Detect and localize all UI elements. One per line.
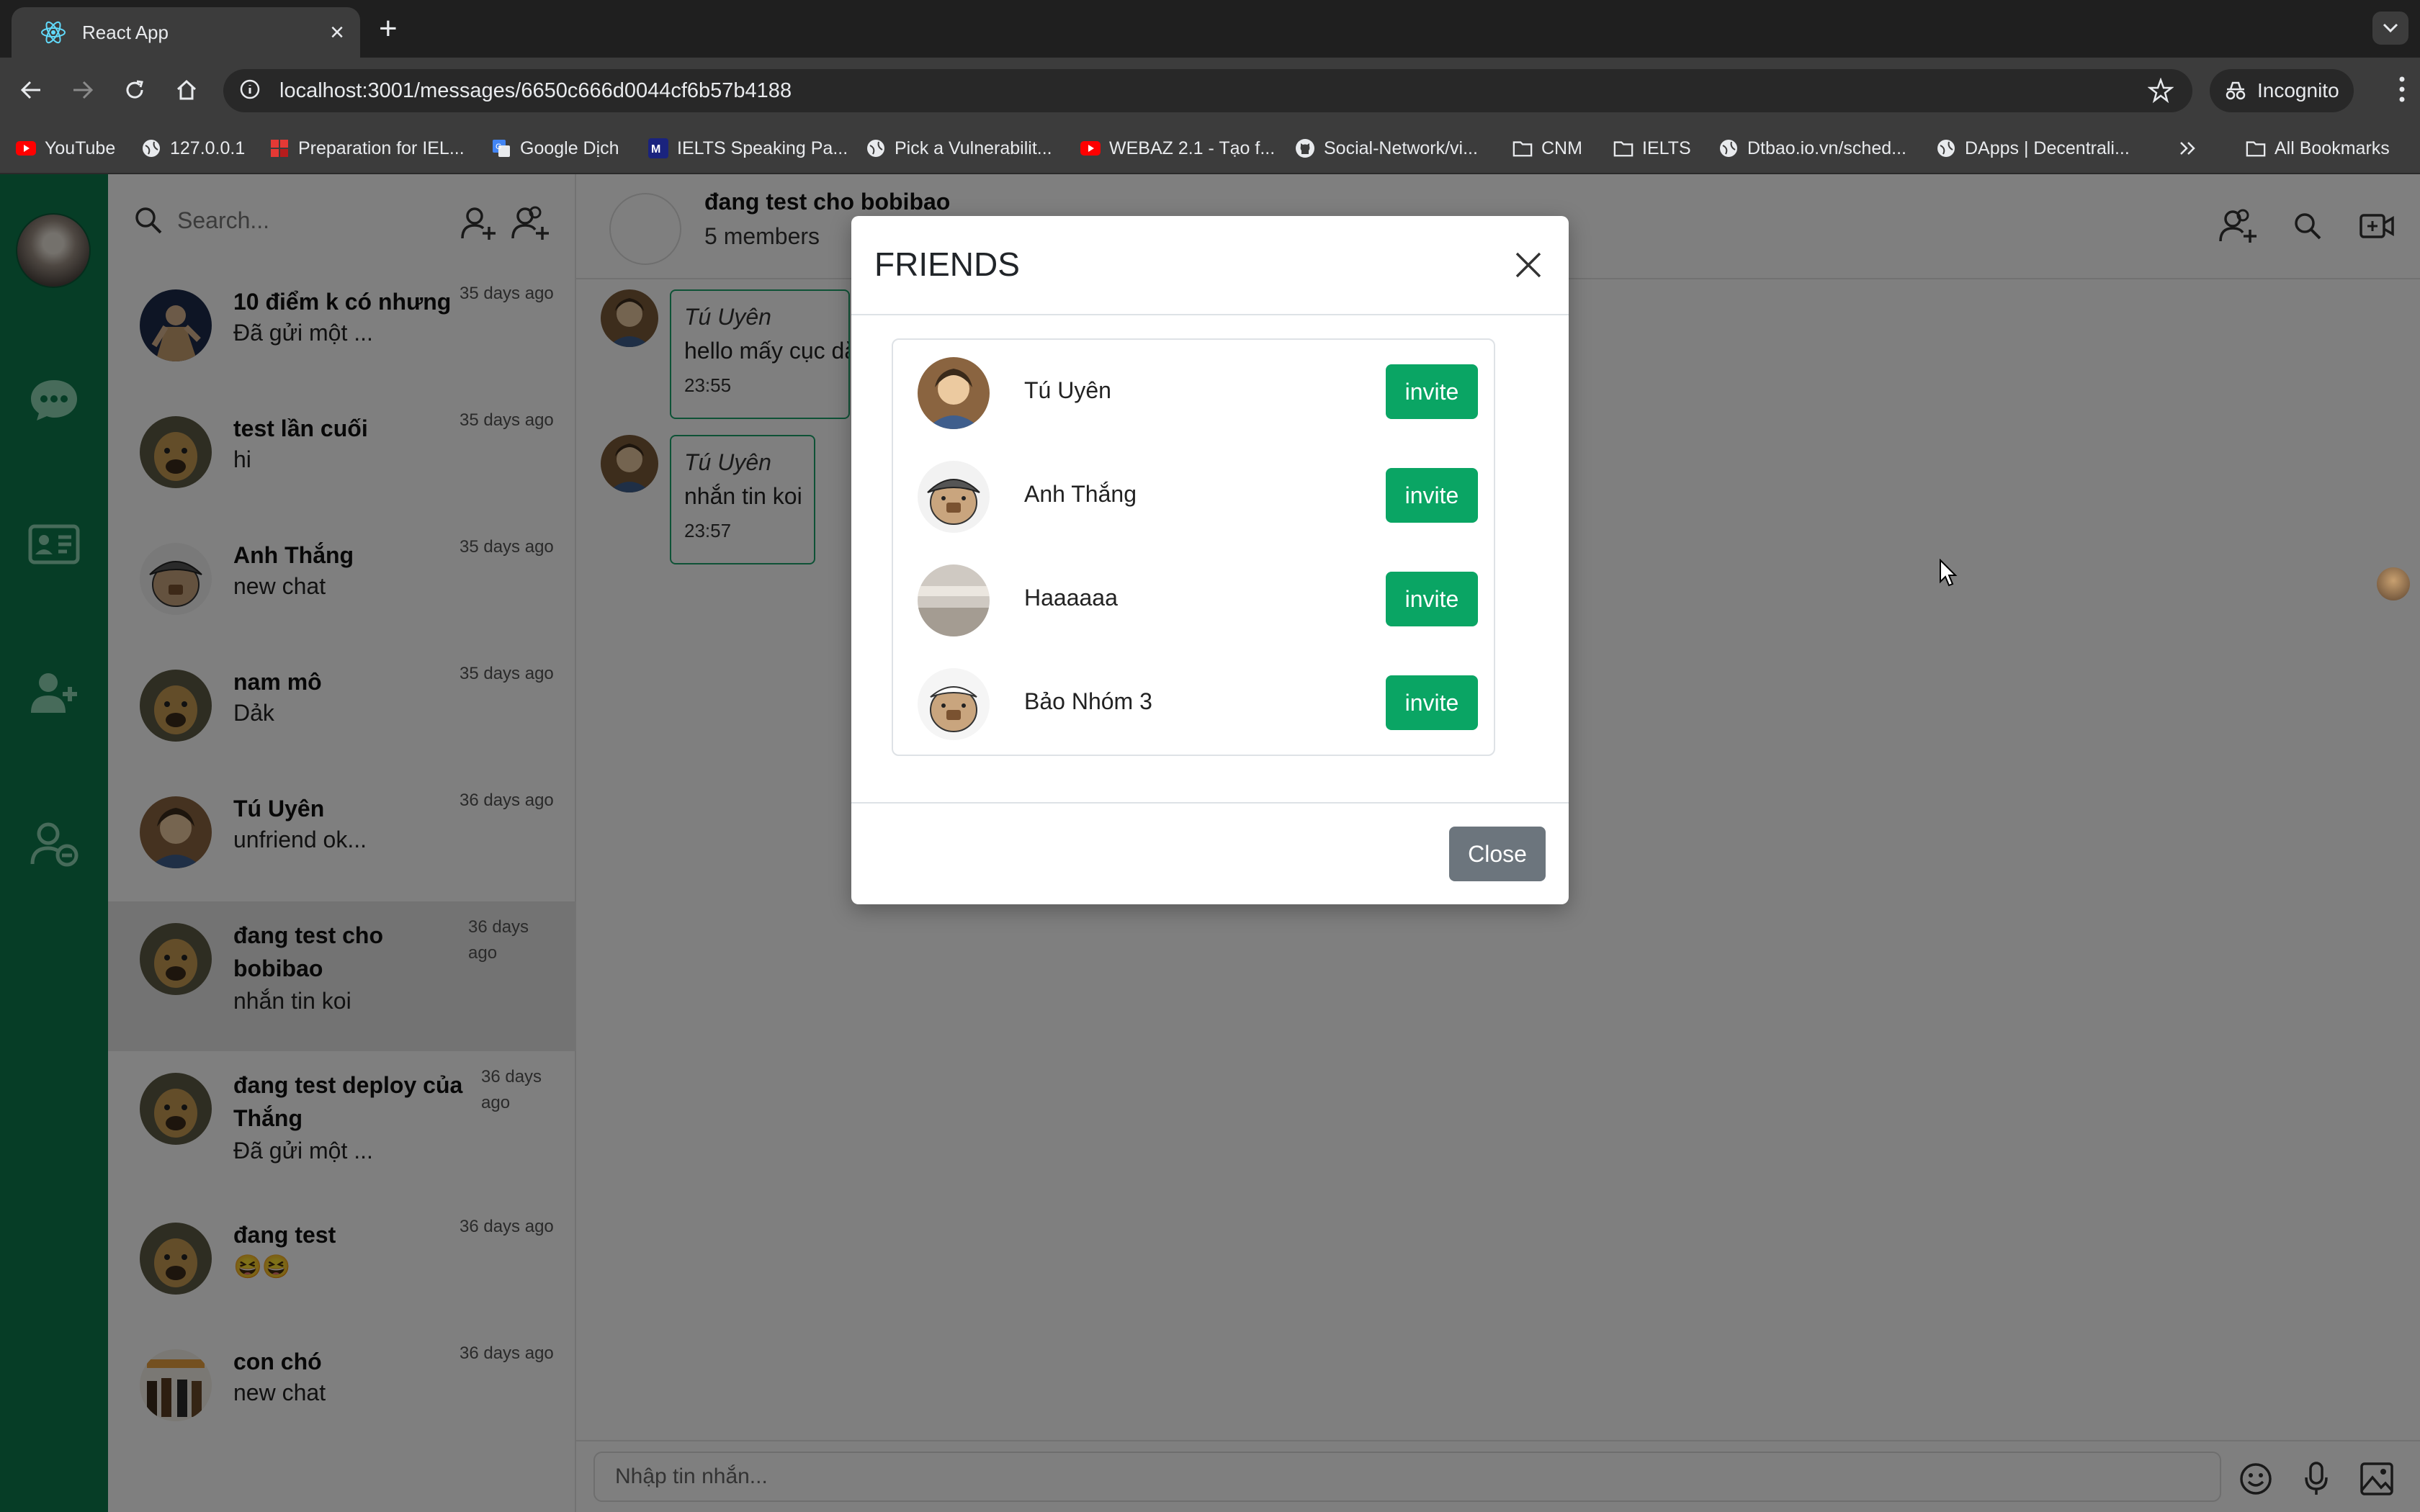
browser-toolbar: localhost:3001/messages/6650c666d0044cf6… — [0, 58, 2420, 122]
incognito-icon — [2226, 81, 2246, 100]
avatar — [918, 357, 990, 429]
close-button[interactable]: Close — [1449, 827, 1546, 881]
bookmark-ielts-speaking[interactable]: M IELTS Speaking Pa... — [648, 135, 848, 161]
bookmark-folder-ielts[interactable]: IELTS — [1613, 135, 1691, 161]
modal-header: FRIENDS — [851, 216, 1569, 315]
folder-icon — [1613, 138, 1634, 158]
avatar — [918, 668, 990, 740]
google-translate-icon: G — [491, 138, 511, 158]
back-icon[interactable] — [13, 72, 49, 108]
browser-tabstrip: React App × + — [0, 0, 2420, 58]
m-logo-icon: M — [648, 138, 668, 158]
youtube-icon — [1080, 138, 1101, 158]
globe-icon — [1718, 138, 1739, 158]
bookmark-github[interactable]: Social-Network/vi... — [1295, 135, 1478, 161]
folder-icon — [2246, 138, 2266, 158]
list-item: Tú Uyên invite — [893, 340, 1494, 444]
tab-search-chevron-icon[interactable] — [2372, 12, 2408, 45]
friend-name: Anh Thắng — [1024, 481, 1137, 507]
browser-menu-icon[interactable] — [2398, 75, 2406, 107]
home-icon[interactable] — [169, 72, 205, 108]
invite-button[interactable]: invite — [1386, 675, 1478, 730]
list-item: Anh Thắng invite — [893, 444, 1494, 547]
github-icon — [1295, 138, 1315, 158]
browser-tab[interactable]: React App × — [12, 7, 360, 58]
friend-name: Haaaaaa — [1024, 585, 1118, 611]
modal-title: FRIENDS — [874, 246, 1020, 283]
bookmark-star-icon[interactable] — [2147, 77, 2174, 107]
bookmark-youtube[interactable]: YouTube — [16, 135, 115, 161]
address-bar[interactable]: localhost:3001/messages/6650c666d0044cf6… — [223, 69, 2192, 112]
tab-title: React App — [82, 21, 169, 43]
close-icon[interactable] — [1505, 242, 1551, 288]
globe-icon — [141, 138, 161, 158]
bookmark-dtbao[interactable]: Dtbao.io.vn/sched... — [1718, 135, 1906, 161]
svg-text:M: M — [651, 143, 660, 156]
incognito-label: Incognito — [2257, 79, 2339, 102]
avatar — [2377, 567, 2410, 600]
tab-close-icon[interactable]: × — [330, 20, 344, 45]
youtube-icon — [16, 138, 36, 158]
folder-icon — [1512, 138, 1533, 158]
invite-button[interactable]: invite — [1386, 572, 1478, 626]
avatar — [918, 564, 990, 636]
friends-modal: FRIENDS Tú Uyên invite Anh Thắng invite … — [851, 216, 1569, 904]
bookmark-webaz[interactable]: WEBAZ 2.1 - Tạo f... — [1080, 135, 1275, 161]
globe-icon — [866, 138, 886, 158]
bookmark-folder-cnm[interactable]: CNM — [1512, 135, 1582, 161]
more-bookmarks-icon[interactable] — [2178, 135, 2198, 161]
modal-footer: Close — [851, 802, 1569, 904]
incognito-indicator[interactable]: Incognito — [2210, 69, 2354, 112]
site-info-icon[interactable] — [239, 78, 261, 104]
svg-text:G: G — [496, 143, 502, 151]
friend-list: Tú Uyên invite Anh Thắng invite Haaaaaa … — [892, 338, 1495, 756]
friend-name: Tú Uyên — [1024, 377, 1111, 403]
bookmark-dapps[interactable]: DApps | Decentrali... — [1936, 135, 2130, 161]
bookmark-ielts-prep[interactable]: Preparation for IEL... — [269, 135, 465, 161]
mouse-cursor-icon — [1939, 558, 1958, 591]
bookmark-vulnerability[interactable]: Pick a Vulnerabilit... — [866, 135, 1052, 161]
list-item: Haaaaaa invite — [893, 547, 1494, 651]
avatar — [918, 461, 990, 533]
globe-icon — [1936, 138, 1956, 158]
react-logo-icon — [40, 19, 66, 45]
forward-icon[interactable] — [65, 72, 101, 108]
friend-name: Bảo Nhóm 3 — [1024, 688, 1152, 714]
bookmark-localhost[interactable]: 127.0.0.1 — [141, 135, 245, 161]
invite-button[interactable]: invite — [1386, 468, 1478, 523]
new-tab-icon[interactable]: + — [379, 13, 398, 45]
url-text: localhost:3001/messages/6650c666d0044cf6… — [279, 78, 792, 102]
reload-icon[interactable] — [117, 72, 153, 108]
invite-button[interactable]: invite — [1386, 364, 1478, 419]
red-square-icon — [269, 138, 290, 158]
bookmarks-bar: YouTube 127.0.0.1 Preparation for IEL...… — [0, 122, 2420, 174]
all-bookmarks[interactable]: All Bookmarks — [2246, 135, 2390, 161]
list-item: Bảo Nhóm 3 invite — [893, 651, 1494, 755]
bookmark-google-translate[interactable]: G Google Dịch — [491, 135, 619, 161]
